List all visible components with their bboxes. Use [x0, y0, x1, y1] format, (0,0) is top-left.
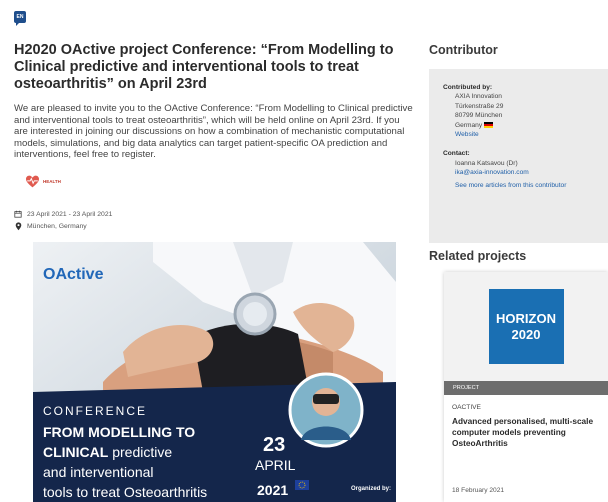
contributed-by-label: Contributed by:	[443, 84, 493, 91]
contributor-heading: Contributor	[429, 43, 498, 57]
related-projects-heading: Related projects	[429, 249, 527, 263]
project-image: HORIZON 2020	[444, 272, 608, 381]
contributor-org: AXIA Innovation	[455, 93, 502, 101]
horizon-logo-line-1: HORIZON	[496, 310, 556, 326]
project-type-badge: PROJECT	[444, 381, 608, 395]
language-code: EN	[16, 14, 24, 20]
event-location-row: München, Germany	[14, 222, 87, 231]
health-tag[interactable]: HEALTH	[25, 175, 61, 188]
poster-line-4: and interventional	[43, 464, 154, 480]
contact-email-link[interactable]: ika@axia-innovation.com	[455, 169, 529, 176]
related-project-card[interactable]: HORIZON 2020 PROJECT OACTIVE Advanced pe…	[444, 272, 608, 502]
country-name: Germany	[455, 121, 483, 129]
project-category: OACTIVE	[452, 404, 481, 411]
horizon-logo-line-2: 2020	[511, 326, 541, 342]
poster-month: APRIL	[255, 457, 296, 473]
event-location: München, Germany	[27, 223, 87, 230]
poster-line-1: CONFERENCE	[43, 404, 148, 418]
poster-line-3: CLINICAL predictive	[43, 444, 172, 460]
poster-logo: OActive	[43, 266, 104, 283]
language-badge[interactable]: EN	[14, 11, 26, 26]
poster-line-5: tools to treat Osteoarthritis	[43, 484, 208, 500]
horizon-2020-logo: HORIZON 2020	[488, 289, 564, 364]
map-pin-icon	[14, 222, 22, 231]
project-date: 18 February 2021	[452, 487, 505, 494]
poster-organizer: Organized by:	[351, 486, 392, 492]
calendar-icon	[14, 210, 22, 218]
germany-flag-icon	[484, 121, 494, 128]
project-title[interactable]: Advanced personalised, multi-scale compu…	[452, 416, 600, 449]
event-date-row: 23 April 2021 - 23 April 2021	[14, 210, 112, 218]
more-articles-link[interactable]: See more articles from this contributor	[455, 182, 566, 189]
website-link[interactable]: Website	[455, 131, 479, 138]
contact-label: Contact:	[443, 150, 470, 158]
poster-line-3-bold: CLINICAL	[43, 444, 109, 460]
contributor-box: Contributed by: AXIA Innovation Türkenst…	[429, 69, 608, 243]
contributor-street: Türkenstraße 29	[455, 102, 504, 110]
event-date: 23 April 2021 - 23 April 2021	[27, 210, 113, 218]
poster-day: 23	[263, 434, 286, 456]
contact-name: Ioanna Katsavou (Dr)	[455, 159, 518, 167]
article-intro: We are pleased to invite you to the OAct…	[14, 103, 413, 161]
poster-line-2: FROM MODELLING TO	[43, 424, 196, 440]
poster-year: 2021	[257, 482, 289, 498]
tag-label: HEALTH	[43, 179, 61, 184]
conference-poster: OActive CONFERENCE FROM MODELLING TO CLI…	[33, 242, 396, 502]
heart-pulse-icon	[26, 175, 39, 188]
contributor-city: 80799 München	[455, 112, 503, 120]
poster-line-3-rest: predictive	[108, 444, 173, 460]
page-title: H2020 OActive project Conference: “From …	[14, 42, 394, 92]
contributor-country: Germany	[443, 121, 608, 130]
